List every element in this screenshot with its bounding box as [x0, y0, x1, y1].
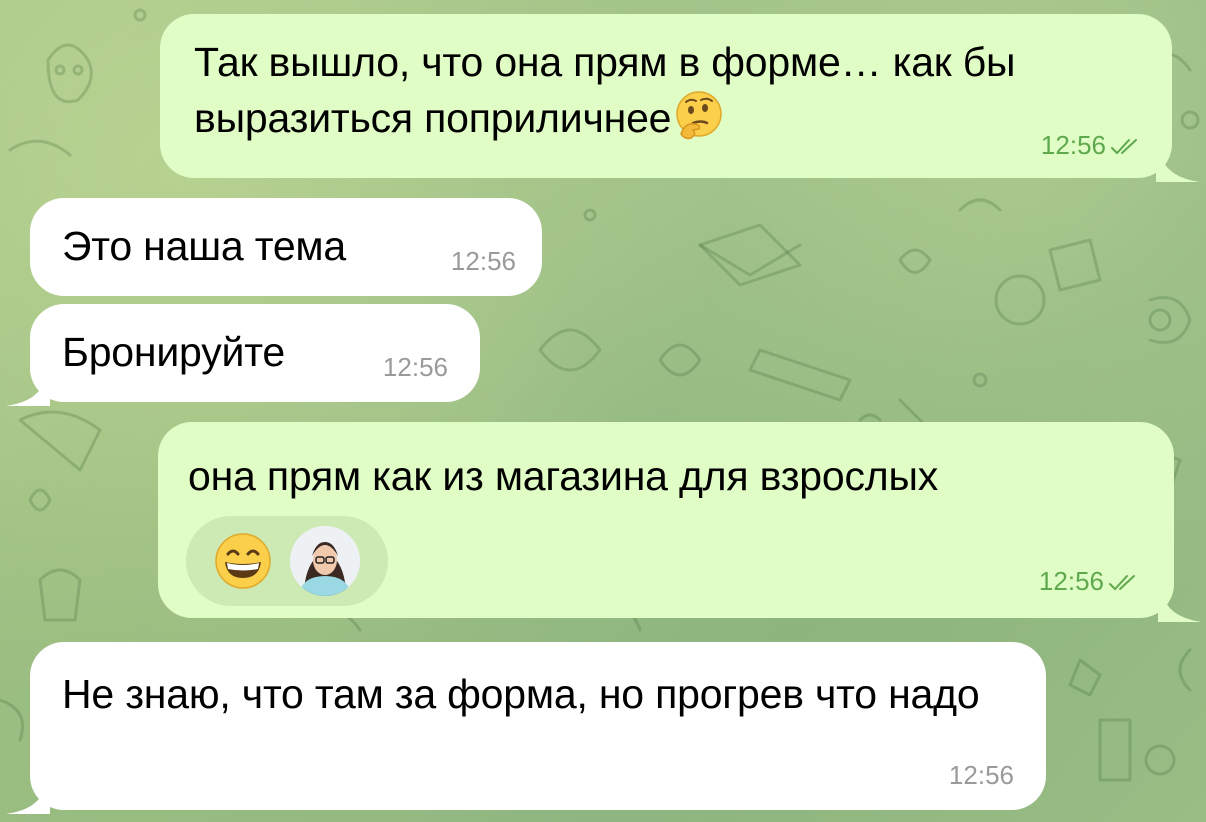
avatar[interactable] — [290, 526, 360, 596]
double-check-icon — [1111, 139, 1137, 155]
message-bubble-incoming[interactable]: Не знаю, что там за форма, но прогрев чт… — [6, 642, 1046, 814]
message-meta: 12:56 — [1041, 130, 1142, 160]
thinking-face-icon — [676, 91, 723, 140]
message-text: Так вышло, что она прям в форме… как бы … — [194, 39, 1016, 141]
double-check-icon — [1109, 575, 1135, 591]
message-text: она прям как из магазина для взрослых — [188, 453, 939, 499]
message-time: 12:56 — [948, 760, 1014, 790]
message-text: Это наша тема — [62, 223, 347, 269]
bubble-tail — [6, 770, 50, 814]
reaction-pill[interactable] — [186, 516, 388, 606]
bubble-tail — [1158, 578, 1202, 622]
message-time: 12:56 — [1038, 566, 1104, 596]
message-bubble-incoming[interactable]: Это наша тема 12:56 — [30, 198, 542, 296]
message-bubble-outgoing[interactable]: она прям как из магазина для взрослых 12… — [158, 422, 1202, 622]
message-time: 12:56 — [382, 352, 448, 382]
message-time: 12:56 — [1040, 130, 1106, 160]
message-text: Бронируйте — [62, 329, 285, 375]
message-text: Не знаю, что там за форма, но прогрев чт… — [62, 671, 980, 717]
bubble-tail — [6, 362, 50, 406]
message-bubble-incoming[interactable]: Бронируйте 12:56 — [6, 304, 480, 406]
grinning-face-icon — [215, 533, 271, 589]
message-meta: 12:56 — [1039, 566, 1140, 596]
bubble-tail — [1156, 138, 1200, 182]
message-time: 12:56 — [450, 246, 516, 276]
user-avatar-icon — [290, 526, 360, 596]
message-bubble-outgoing[interactable]: Так вышло, что она прям в форме… как бы … — [160, 14, 1200, 182]
